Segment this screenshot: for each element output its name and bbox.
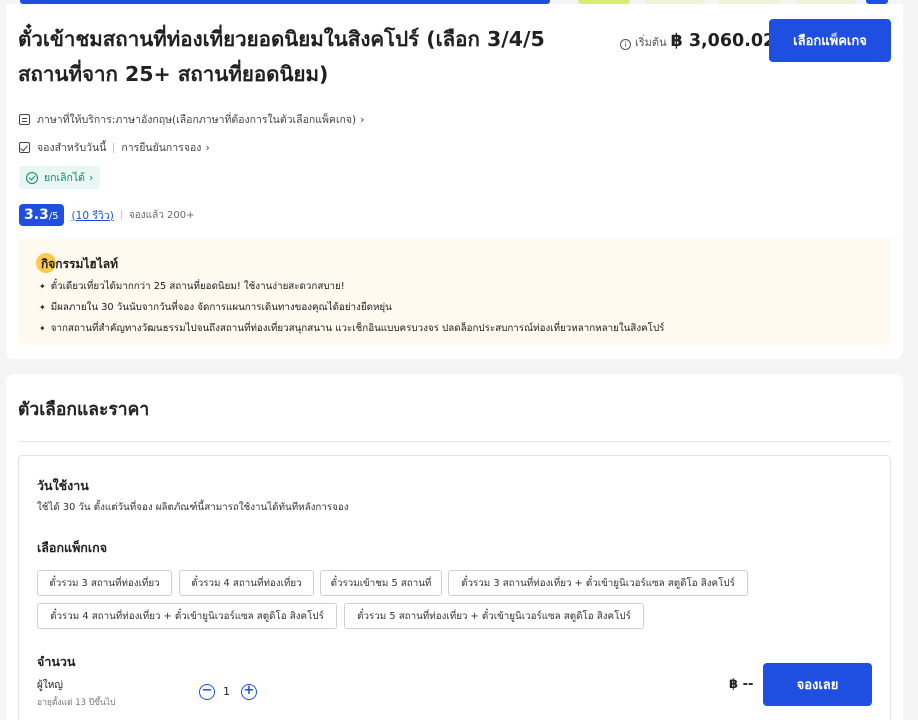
language-text: ภาษาที่ให้บริการ:ภาษาอังกฤษ(เลือกภาษาที่… — [37, 114, 357, 126]
booked-count: จองแล้ว 200+ — [128, 209, 195, 221]
cancel-badge[interactable]: ยกเลิกได้ › — [19, 166, 101, 189]
price-block: i เริ่มต้น ฿ 3,060.02 — [620, 31, 775, 51]
list-item: จากสถานที่สำคัญทางวัฒนธรรมไปจนถึงสถานที่… — [39, 318, 665, 339]
rating-score: 3.3 — [24, 207, 49, 223]
highlights-title: กิจกรรมไฮไลท์ — [41, 257, 119, 271]
book-today-text: จองสำหรับวันนี้ — [37, 142, 107, 154]
chevron-right-icon: › — [89, 171, 94, 184]
book-now-button[interactable]: จองเลย — [763, 663, 872, 706]
price-from-label: เริ่มต้น — [635, 36, 667, 49]
page-title: ตั๋วเข้าชมสถานที่ท่องเที่ยวยอดนิยมในสิงค… — [18, 27, 545, 86]
options-panel: วันใช้งาน ใช้ได้ 30 วัน ตั้งแต่วันที่จอง… — [18, 455, 891, 720]
options-section-title: ตัวเลือกและราคา — [18, 400, 150, 420]
adult-label: ผู้ใหญ่ — [37, 680, 63, 691]
package-option[interactable]: ตั๋วรวม 4 สถานที่ท่องเที่ยว — [179, 570, 314, 596]
quantity-minus-button[interactable]: − — [199, 684, 215, 700]
language-icon — [19, 114, 30, 125]
highlights-list: ตั๋วเดียวเที่ยวได้มากกว่า 25 สถานที่ยอดน… — [39, 276, 665, 339]
price-value: ฿ 3,060.02 — [670, 31, 776, 51]
chevron-right-icon: › — [205, 141, 210, 154]
check-circle-icon — [26, 171, 38, 184]
package-option[interactable]: ตั๋วรวม 3 สถานที่ท่องเที่ยว — [37, 570, 172, 596]
package-option[interactable]: ตั๋วรวม 3 สถานที่ท่องเที่ยว + ตั๋วเข้ายู… — [448, 570, 748, 596]
options-card: ตัวเลือกและราคา วันใช้งาน ใช้ได้ 30 วัน … — [6, 374, 903, 720]
rating-max: /5 — [48, 211, 59, 222]
booking-row: จองสำหรับวันนี้ การยืนยันการจอง › — [19, 139, 210, 156]
chevron-right-icon: › — [360, 113, 365, 126]
total-price: ฿ -- — [729, 677, 754, 692]
package-option[interactable]: ตั๋วรวมเข้าชม 5 สถานที่ — [320, 570, 442, 596]
divider — [18, 441, 891, 442]
reviews-link[interactable]: (10 รีวิว) — [72, 207, 114, 224]
package-option[interactable]: ตั๋วรวม 5 สถานที่ท่องเที่ยว + ตั๋วเข้ายู… — [344, 603, 644, 629]
divider — [113, 142, 115, 153]
quantity-plus-button[interactable]: + — [241, 684, 257, 700]
list-item: มีผลภายใน 30 วันนับจากวันที่จอง จัดการแผ… — [39, 297, 664, 318]
calendar-check-icon — [19, 142, 30, 153]
adult-age-note: อายุตั้งแต่ 13 ปีขึ้นไป — [37, 698, 116, 708]
highlights-box: กิจกรรมไฮไลท์ ตั๋วเดียวเที่ยวได้มากกว่า … — [19, 238, 890, 345]
quantity-title: จำนวน — [37, 654, 76, 669]
confirmation-link[interactable]: การยืนยันการจอง — [121, 139, 201, 156]
cancel-text: ยกเลิกได้ — [44, 172, 85, 184]
product-header-card: ตั๋วเข้าชมสถานที่ท่องเที่ยวยอดนิยมในสิงค… — [6, 4, 903, 359]
divider — [120, 210, 122, 220]
rating-row: 3.3 /5 (10 รีวิว) จองแล้ว 200+ — [19, 204, 194, 226]
usage-note: ใช้ได้ 30 วัน ตั้งแต่วันที่จอง ผลิตภัณฑ์… — [37, 502, 349, 513]
quantity-value: 1 — [223, 685, 230, 698]
package-title: เลือกแพ็กเกจ — [37, 540, 108, 555]
language-row[interactable]: ภาษาที่ให้บริการ:ภาษาอังกฤษ(เลือกภาษาที่… — [19, 111, 365, 128]
rating-badge: 3.3 /5 — [19, 204, 64, 226]
info-icon[interactable]: i — [620, 39, 631, 50]
package-option[interactable]: ตั๋วรวม 4 สถานที่ท่องเที่ยว + ตั๋วเข้ายู… — [37, 603, 337, 629]
usage-title: วันใช้งาน — [37, 478, 89, 493]
list-item: ตั๋วเดียวเที่ยวได้มากกว่า 25 สถานที่ยอดน… — [39, 276, 664, 297]
select-package-button[interactable]: เลือกแพ็คเกจ — [769, 19, 891, 62]
